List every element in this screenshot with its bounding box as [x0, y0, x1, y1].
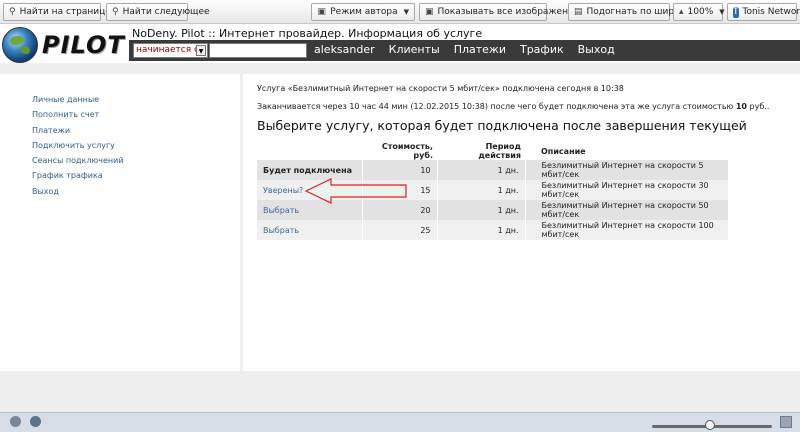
search-mode-select[interactable]: начинается с ▼ [133, 43, 208, 58]
search-input[interactable] [209, 43, 307, 58]
sidebar-item-traffic-chart[interactable]: График трафика [32, 168, 124, 183]
select-link[interactable]: Выбрать [257, 220, 363, 240]
sidebar-item-sessions[interactable]: Сеансы подключений [32, 153, 124, 168]
row-period: 1 дн. [437, 220, 526, 240]
row-description: Безлимитный Интернет на скорости 5 мбит/… [525, 160, 729, 180]
sidebar-menu: Личные данные Пополнить счет Платежи Под… [32, 92, 124, 199]
status-icon-secondary[interactable] [30, 416, 41, 427]
show-images-button[interactable]: ▣ Показывать все изображения [419, 3, 579, 21]
row-period: 1 дн. [437, 200, 526, 220]
row-price: 10 [362, 160, 438, 180]
site-logo[interactable]: PILOT [2, 27, 124, 63]
nav-item-payments[interactable]: Платежи [454, 43, 506, 56]
row-period: 1 дн. [437, 180, 526, 200]
annotation-arrow-icon [305, 178, 407, 204]
sidebar-item-logout[interactable]: Выход [32, 184, 124, 199]
row-description: Безлимитный Интернет на скорости 100 мби… [525, 220, 729, 240]
globe-logo-icon [2, 27, 38, 63]
find-on-page-input[interactable]: ⚲ Найти на странице [3, 3, 111, 21]
network-button[interactable]: T Tonis Network [727, 3, 800, 21]
chevron-down-icon: ▼ [196, 45, 206, 56]
table-header-row: Стоимость, руб. Период действия Описание [257, 142, 729, 160]
section-heading: Выберите услугу, которая будет подключен… [257, 118, 747, 133]
column-header-action [257, 142, 362, 160]
column-header-description: Описание [541, 146, 586, 156]
zoom-dropdown[interactable]: ▴ 100% ▼ [673, 3, 725, 21]
page-title: NoDeny. Pilot :: Интернет провайдер. Инф… [132, 27, 483, 40]
row-period: 1 дн. [437, 160, 526, 180]
resize-grip-icon[interactable] [780, 416, 792, 428]
nav-item-logout[interactable]: Выход [578, 43, 615, 56]
nav-item-traffic[interactable]: Трафик [520, 43, 564, 56]
zoom-slider-handle[interactable] [705, 420, 715, 430]
service-expiry-info: Заканчивается через 10 час 44 мин (12.02… [257, 102, 770, 111]
fit-width-button[interactable]: ▤ Подогнать по ширине [568, 3, 691, 21]
fit-icon: ▤ [574, 6, 583, 17]
sidebar-item-top-up[interactable]: Пополнить счет [32, 107, 124, 122]
sidebar-item-payments[interactable]: Платежи [32, 123, 124, 138]
zoom-icon: ▴ [679, 6, 684, 17]
row-price: 25 [362, 220, 438, 240]
chevron-down-icon: ▼ [403, 8, 409, 16]
row-status: Будет подключена [257, 160, 363, 180]
author-mode-dropdown[interactable]: ▣ Режим автора ▼ [311, 3, 415, 21]
row-description: Безлимитный Интернет на скорости 30 мбит… [525, 180, 729, 200]
column-header-price: Стоимость, руб. [381, 142, 433, 160]
image-icon: ▣ [425, 6, 434, 17]
table-row: Будет подключена 10 1 дн. Безлимитный Ин… [257, 160, 729, 180]
service-connected-info: Услуга «Безлимитный Интернет на скорости… [257, 84, 624, 93]
search-icon: ⚲ [9, 6, 16, 17]
nav-item-user[interactable]: aleksander [314, 43, 375, 56]
find-next-button[interactable]: ⚲ Найти следующее [106, 3, 210, 21]
table-row: Выбрать 25 1 дн. Безлимитный Интернет на… [257, 220, 729, 240]
row-description: Безлимитный Интернет на скорости 50 мбит… [525, 200, 729, 220]
nav-menu: aleksander Клиенты Платежи Трафик Выход [314, 43, 629, 56]
search-icon: ⚲ [112, 6, 119, 17]
browser-toolbar: ⚲ Найти на странице ⚲ Найти следующее ▣ … [0, 0, 800, 24]
nav-item-clients[interactable]: Клиенты [389, 43, 440, 56]
page-icon: ▣ [317, 6, 326, 17]
logo-text: PILOT [42, 31, 125, 59]
column-header-period: Период действия [478, 142, 521, 160]
status-icon[interactable] [10, 416, 21, 427]
network-icon: T [733, 6, 739, 18]
sidebar-item-personal-data[interactable]: Личные данные [32, 92, 124, 107]
search-box: начинается с ▼ [133, 43, 307, 58]
chevron-down-icon: ▼ [719, 8, 725, 16]
sidebar-item-connect-service[interactable]: Подключить услугу [32, 138, 124, 153]
status-bar [0, 412, 800, 432]
top-navbar: начинается с ▼ aleksander Клиенты Платеж… [129, 40, 800, 61]
